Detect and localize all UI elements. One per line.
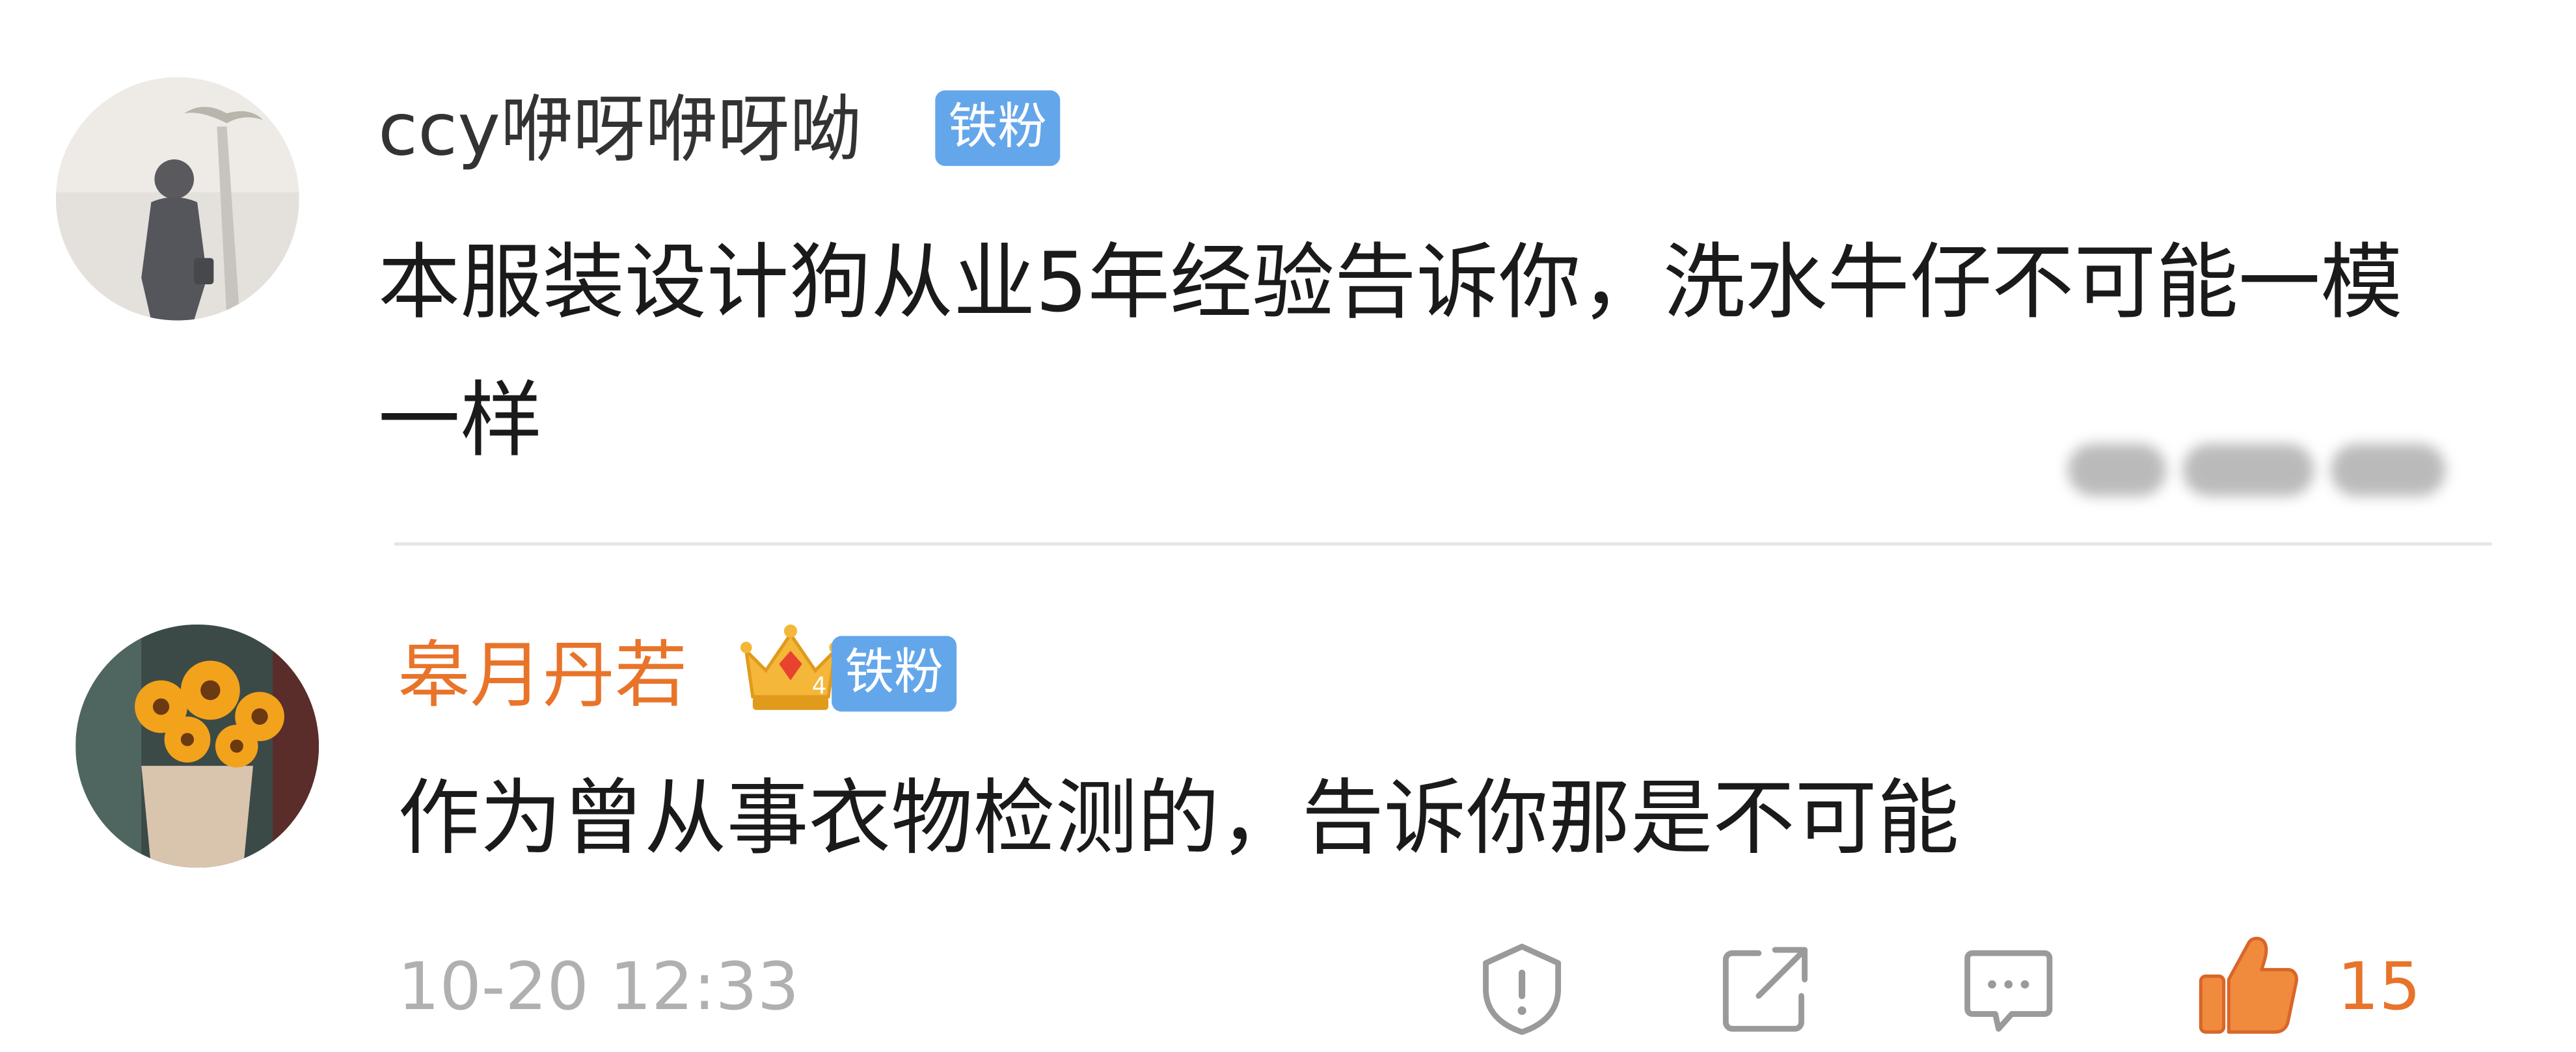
crown-level-icon[interactable]: 4 (740, 621, 842, 717)
avatar[interactable] (75, 624, 319, 868)
comment-text: 作为曾从事衣物检测的，告诉你那是不可能 (398, 770, 1959, 867)
fan-badge[interactable]: 铁粉 (935, 90, 1061, 167)
comment-thread: ccy咿呀咿呀呦 铁粉 本服装设计狗从业5年经验告诉你，洗水牛仔不可能一模一样 (0, 0, 2576, 1052)
timestamp: 10-20 12:33 (398, 950, 800, 1026)
username[interactable]: ccy咿呀咿呀呦 (378, 94, 862, 168)
report-icon[interactable] (1472, 940, 1571, 1039)
silhouette-avatar-icon (55, 77, 299, 321)
blurred-emoji-tag (2067, 434, 2452, 506)
sunflower-avatar-icon (75, 624, 319, 868)
comment-icon[interactable] (1959, 940, 2058, 1039)
divider (394, 542, 2492, 546)
share-icon[interactable] (1716, 940, 1815, 1039)
avatar[interactable] (55, 77, 299, 321)
username[interactable]: 皋月丹若 (398, 640, 687, 713)
crown-level: 4 (812, 673, 827, 699)
like-icon[interactable] (2196, 930, 2301, 1039)
fan-badge[interactable]: 铁粉 (832, 636, 957, 712)
like-count[interactable]: 15 (2337, 950, 2421, 1025)
